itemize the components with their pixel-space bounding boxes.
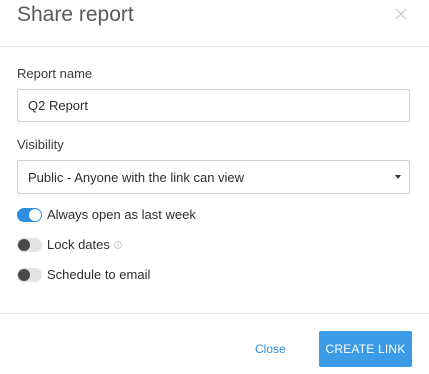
- report-name-label: Report name: [17, 66, 93, 81]
- schedule-email-toggle[interactable]: [17, 268, 42, 282]
- lock-dates-label: Lock dates: [47, 237, 110, 252]
- close-button[interactable]: Close: [255, 342, 286, 356]
- toggle-knob: [29, 209, 41, 221]
- close-icon[interactable]: [393, 6, 409, 22]
- toggle-row-lock-dates: Lock dates: [17, 237, 317, 255]
- visibility-label: Visibility: [17, 137, 64, 152]
- lock-dates-toggle[interactable]: [17, 238, 42, 252]
- dialog-title: Share report: [17, 3, 134, 26]
- always-open-toggle[interactable]: [17, 208, 42, 222]
- create-link-button[interactable]: CREATE LINK: [319, 331, 412, 367]
- chevron-down-icon: [395, 175, 401, 179]
- schedule-email-label: Schedule to email: [47, 267, 151, 282]
- share-report-dialog: Share report Report name Visibility Publ…: [0, 0, 429, 374]
- toggle-row-always-open: Always open as last week: [17, 207, 317, 225]
- toggle-knob: [18, 269, 30, 281]
- toggle-row-schedule-email: Schedule to email: [17, 267, 317, 285]
- info-icon[interactable]: [114, 241, 122, 249]
- visibility-selected-value: Public - Anyone with the link can view: [28, 170, 245, 185]
- toggle-knob: [18, 239, 30, 251]
- report-name-input[interactable]: [17, 89, 410, 122]
- dialog-header: Share report: [0, 0, 429, 47]
- always-open-label: Always open as last week: [47, 207, 196, 222]
- visibility-select[interactable]: Public - Anyone with the link can view: [17, 160, 410, 194]
- footer-divider: [0, 313, 429, 314]
